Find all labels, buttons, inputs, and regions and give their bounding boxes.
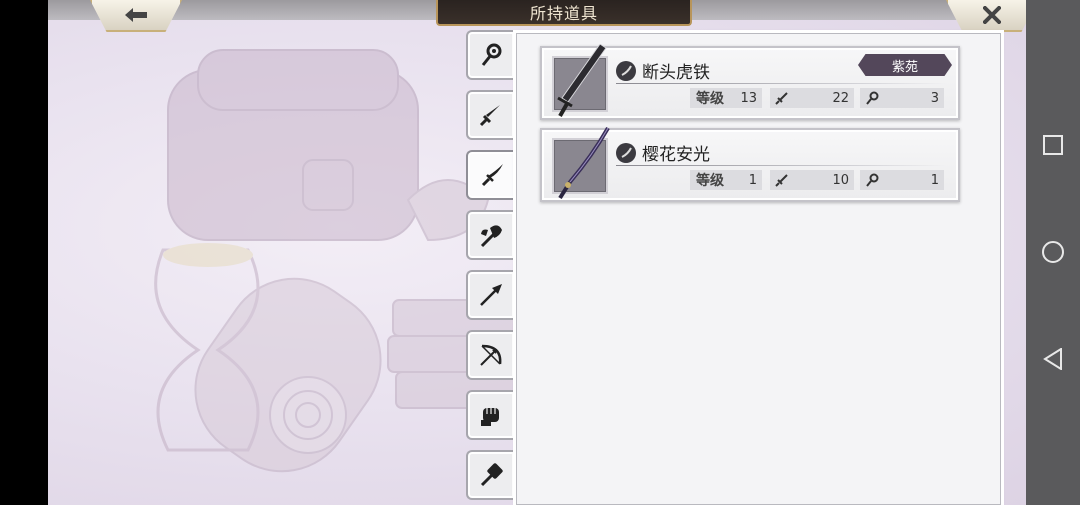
attack-stat: 22 <box>770 88 854 108</box>
triangle-back-icon <box>1043 348 1062 370</box>
tab-bow[interactable] <box>466 330 514 380</box>
tab-staff[interactable] <box>466 30 514 80</box>
attack-value: 22 <box>832 90 849 106</box>
level-label: 等级 <box>696 173 724 189</box>
recent-apps-button[interactable] <box>1038 130 1068 160</box>
magic-value: 1 <box>930 172 939 188</box>
hammer-icon <box>480 463 503 487</box>
tab-spear[interactable] <box>466 270 514 320</box>
greatsword-icon <box>557 44 607 117</box>
sword-icon <box>479 105 500 127</box>
tab-fist[interactable] <box>466 390 514 440</box>
item-row[interactable]: 断头虎铁 紫苑 等级 13 22 3 <box>540 44 960 120</box>
fist-icon <box>481 408 499 426</box>
circle-icon <box>1042 241 1064 263</box>
divider <box>616 83 946 84</box>
rarity-badge: 紫苑 <box>858 54 952 76</box>
android-navigation-bar <box>1026 0 1080 505</box>
axe-icon <box>480 225 502 248</box>
level-stat: 等级 13 <box>690 88 762 108</box>
level-value: 1 <box>748 172 757 188</box>
tab-axe[interactable] <box>466 210 514 260</box>
magic-value: 3 <box>930 90 939 106</box>
staff-icon <box>481 43 502 66</box>
square-icon <box>1043 135 1063 155</box>
magic-stat: 3 <box>860 88 944 108</box>
close-icon <box>983 6 1001 24</box>
back-nav-button[interactable] <box>1038 344 1068 374</box>
katana-icon <box>481 164 503 187</box>
tab-sword[interactable] <box>466 90 514 140</box>
game-screen: 所持道具 断头虎铁 紫苑 等级 13 22 3 樱花安光 等级 1 10 1 <box>48 0 1026 505</box>
attack-stat: 10 <box>770 170 854 190</box>
home-button[interactable] <box>1038 237 1068 267</box>
arrow-left-icon <box>125 8 147 22</box>
item-thumbnail <box>552 44 608 117</box>
item-row[interactable]: 樱花安光 等级 1 10 1 <box>540 127 960 202</box>
level-value: 13 <box>740 90 757 106</box>
sword-stat-icon <box>775 173 789 187</box>
page-title: 所持道具 <box>436 0 692 26</box>
level-label: 等级 <box>696 91 724 107</box>
staff-stat-icon <box>865 173 879 187</box>
katana-type-icon <box>616 142 636 163</box>
level-stat: 等级 1 <box>690 170 762 190</box>
katana-blade-icon <box>558 127 610 200</box>
staff-stat-icon <box>865 91 879 105</box>
left-black-bar <box>0 0 48 505</box>
tab-hammer[interactable] <box>466 450 514 500</box>
item-thumbnail <box>552 127 610 200</box>
close-button[interactable] <box>946 0 1026 32</box>
tab-katana[interactable] <box>466 150 518 200</box>
spear-icon <box>480 284 502 306</box>
attack-value: 10 <box>832 172 849 188</box>
bow-icon <box>480 344 502 366</box>
divider <box>616 165 946 166</box>
item-name: 断头虎铁 <box>642 63 710 83</box>
sword-stat-icon <box>775 91 789 105</box>
magic-stat: 1 <box>860 170 944 190</box>
katana-type-icon <box>616 60 636 81</box>
item-name: 樱花安光 <box>642 145 710 165</box>
